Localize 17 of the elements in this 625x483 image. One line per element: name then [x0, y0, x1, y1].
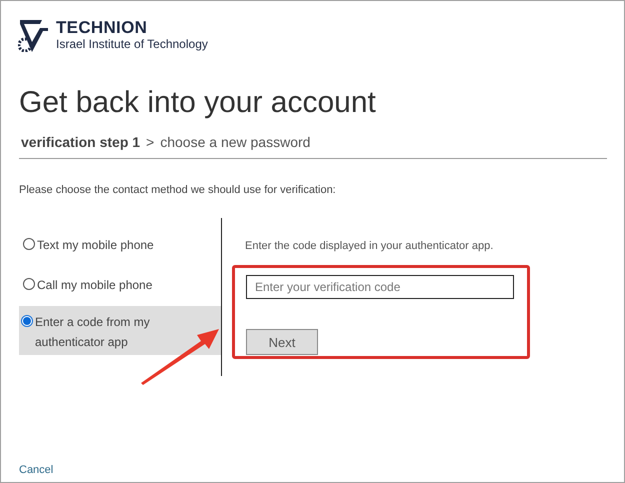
radio-button[interactable] — [23, 278, 35, 290]
step-label: verification step 1 — [21, 134, 140, 150]
page-title: Get back into your account — [19, 85, 377, 121]
radio-button[interactable] — [21, 315, 33, 327]
contact-option[interactable]: Text my mobile phone — [19, 235, 221, 255]
instruction-text: Please choose the contact method we should use for verification: — [19, 184, 337, 196]
logo-subtitle: Israel Institute of Technology — [56, 37, 208, 51]
logo-name: TECHNION — [56, 19, 148, 37]
cancel-link[interactable]: Cancel — [19, 464, 54, 476]
step-separator: > — [146, 134, 154, 150]
verification-code-field[interactable]: Enter your verification code — [246, 275, 514, 299]
code-instruction: Enter the code displayed in your authenticator app. — [245, 240, 494, 252]
radio-button[interactable] — [23, 238, 35, 250]
contact-option[interactable]: Enter a code from my authenticator app — [19, 306, 221, 355]
step-label: choose a new password — [160, 134, 310, 150]
arrow-icon — [139, 327, 221, 385]
contact-option[interactable]: Call my mobile phone — [19, 275, 221, 295]
